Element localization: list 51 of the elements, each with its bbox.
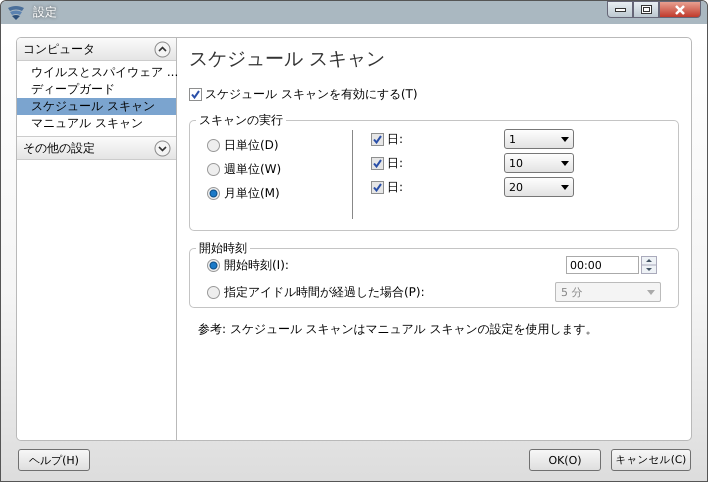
checkbox-label: 日: [387, 130, 404, 148]
ok-button[interactable]: OK(O) [529, 449, 601, 471]
radio-button[interactable] [207, 258, 220, 272]
checkbox[interactable] [371, 132, 384, 146]
day-dropdown[interactable]: 10 [504, 153, 574, 173]
section-title: コンピュータ [23, 40, 95, 58]
maximize-button[interactable] [633, 1, 659, 18]
dropdown-arrow-icon [561, 136, 569, 142]
help-button[interactable]: ヘルプ(H) [18, 449, 90, 471]
maximize-icon [640, 5, 652, 14]
radio-button[interactable] [207, 138, 220, 152]
expand-button[interactable] [154, 40, 171, 58]
expand-icon [154, 140, 171, 156]
page-title: スケジュール スキャン [189, 47, 386, 72]
section-title: その他の設定 [23, 140, 95, 156]
dropdown-arrow-icon [561, 160, 569, 166]
radio-label: 日単位(D) [224, 136, 279, 154]
time-field[interactable]: 00:00 [566, 256, 639, 274]
day-dropdown[interactable]: 20 [504, 177, 574, 197]
expand-button[interactable] [154, 140, 171, 156]
spinner-icon[interactable] [641, 256, 657, 274]
minimize-icon [614, 8, 626, 12]
sidebar-item[interactable]: ウイルスとスパイウェア ... [17, 64, 176, 81]
dropdown-arrow-icon [561, 184, 569, 190]
note-text: 参考: スケジュール スキャンはマニュアル スキャンの設定を使用します。 [198, 321, 598, 338]
day-dropdown[interactable]: 1 [504, 129, 574, 149]
sidebar-item[interactable]: ディープガード [17, 81, 176, 98]
group-title: スキャンの実行 [196, 113, 286, 127]
close-icon [674, 4, 686, 14]
window-title: 設定 [33, 4, 57, 21]
cancel-button[interactable]: キャンセル(C) [611, 449, 691, 471]
group-title: 開始時刻 [196, 241, 250, 255]
radio-label: 開始時刻(I): [224, 256, 289, 274]
checkbox[interactable] [371, 156, 384, 170]
radio-button[interactable] [207, 162, 220, 176]
checkbox-label: 日: [387, 178, 404, 196]
radio-label: 月単位(M) [224, 184, 280, 202]
app-icon [7, 4, 25, 20]
collapse-icon [154, 40, 171, 58]
minimize-button[interactable] [607, 1, 633, 18]
dropdown-arrow-icon [647, 290, 655, 294]
sidebar-item[interactable]: スケジュール スキャン [17, 98, 176, 115]
radio-button[interactable] [207, 186, 220, 200]
radio-label: 指定アイドル時間が経過した場合(P): [224, 284, 425, 300]
sidebar-item[interactable]: マニュアル スキャン [17, 115, 176, 132]
checkbox-label: 日: [387, 154, 404, 172]
checkbox-label: スケジュール スキャンを有効にする(T) [205, 86, 418, 103]
checkbox[interactable] [189, 88, 202, 101]
radio-label: 週単位(W) [224, 160, 282, 178]
close-button[interactable] [659, 1, 701, 18]
checkbox[interactable] [371, 180, 384, 194]
